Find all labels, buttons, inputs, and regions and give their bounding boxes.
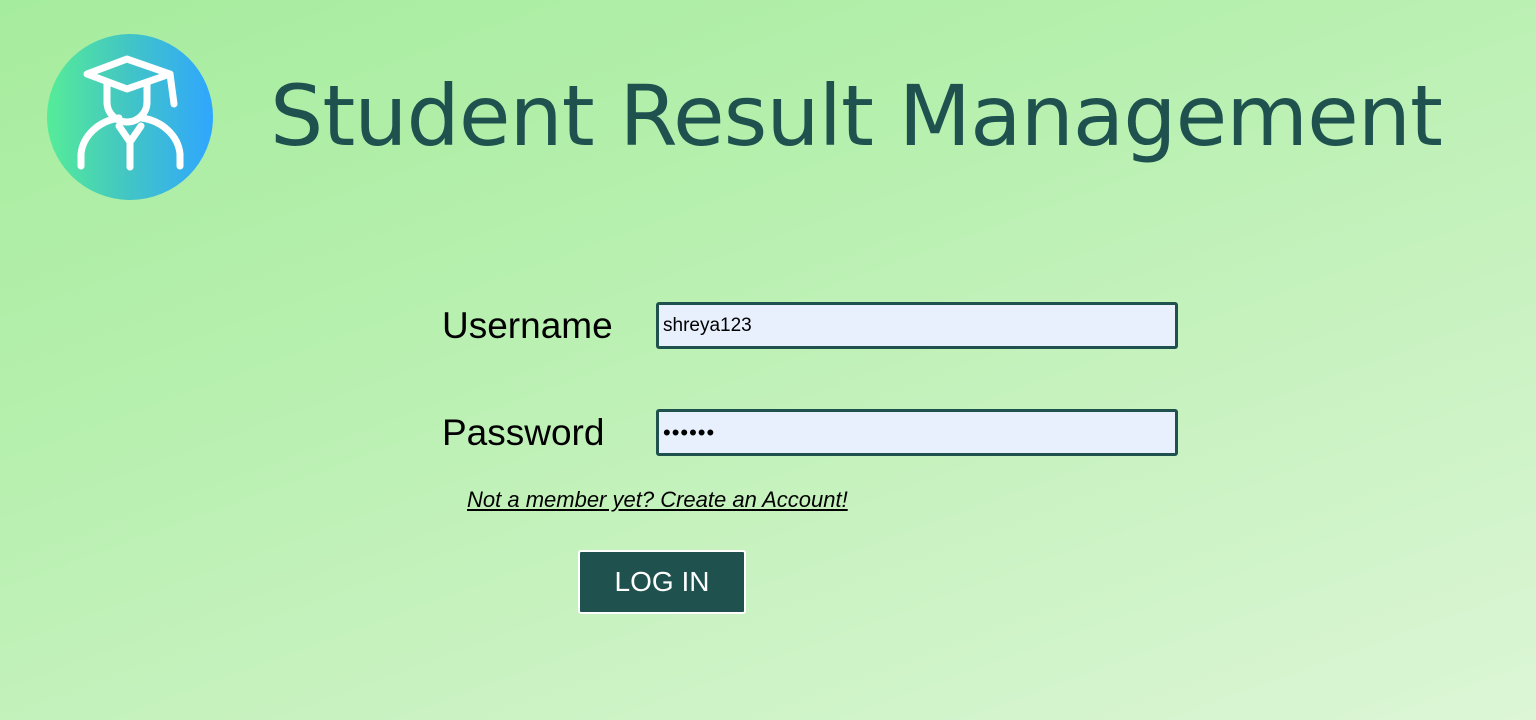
login-button[interactable]: LOG IN xyxy=(578,550,746,614)
student-graduate-icon xyxy=(77,55,184,171)
app-logo xyxy=(47,34,213,200)
username-input[interactable] xyxy=(656,302,1178,349)
app-title: Student Result Management xyxy=(270,67,1443,165)
username-label: Username xyxy=(442,305,613,346)
password-input[interactable] xyxy=(656,409,1178,456)
create-account-link[interactable]: Not a member yet? Create an Account! xyxy=(467,487,848,513)
password-label: Password xyxy=(442,412,605,453)
